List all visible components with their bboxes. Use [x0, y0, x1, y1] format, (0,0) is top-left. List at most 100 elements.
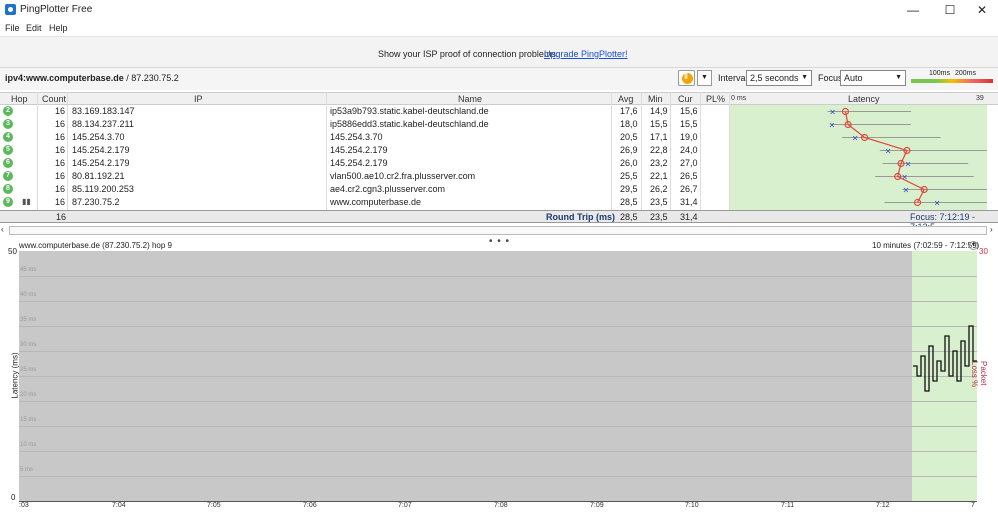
y-tick-label: 15 ms	[20, 417, 37, 423]
x-tick-label: 7:07	[398, 502, 412, 509]
gridline	[19, 401, 977, 402]
table-row[interactable]: 4 16 145.254.3.70 145.254.3.70 20,5 17,1 19,0	[0, 131, 729, 144]
col-avg[interactable]: Avg	[618, 94, 633, 104]
table-row[interactable]: 6 16 145.254.2.179 145.254.2.179 26,0 23,2 27,…	[0, 157, 729, 170]
col-count[interactable]: Count	[42, 94, 66, 104]
hop-number: 2	[3, 106, 13, 116]
avg-cell: 26,0	[620, 158, 638, 168]
current-latency-mark: ×	[829, 121, 836, 130]
upgrade-link[interactable]: Upgrade PingPlotter!	[544, 49, 628, 59]
summary-min: 23,5	[650, 212, 668, 222]
cur-cell: 27,0	[680, 158, 698, 168]
ip-cell: 83.169.183.147	[72, 106, 135, 116]
menu-file[interactable]: File	[5, 23, 20, 33]
avg-cell: 29,5	[620, 184, 638, 194]
cur-cell: 15,6	[680, 106, 698, 116]
x-tick-label: 7:12	[876, 502, 890, 509]
ip-cell: 145.254.3.70	[72, 132, 125, 142]
cur-cell: 26,7	[680, 184, 698, 194]
minimize-button[interactable]: —	[896, 0, 930, 20]
cur-cell: 24,0	[680, 145, 698, 155]
current-latency-mark: ×	[852, 134, 859, 143]
col-name[interactable]: Name	[458, 94, 482, 104]
x-tick-label: 7:11	[781, 502, 795, 509]
interval-select[interactable]: 2,5 seconds ▼	[746, 70, 812, 86]
x-tick-label: 7:08	[494, 502, 508, 509]
name-cell: ip5886edd3.static.kabel-deutschland.de	[330, 119, 489, 129]
menu-help[interactable]: Help	[49, 23, 68, 33]
table-row[interactable]: 7 16 80.81.192.21 vlan500.ae10.cr2.fra.plus…	[0, 170, 729, 183]
pause-button[interactable]	[678, 70, 695, 86]
name-cell: 145.254.3.70	[330, 132, 383, 142]
x-tick-label: 7:10	[685, 502, 699, 509]
avg-cell: 18,0	[620, 119, 638, 129]
col-zero-ms: 0 ms	[731, 95, 747, 102]
col-min[interactable]: Min	[648, 94, 663, 104]
table-header: Hop Count IP Name Avg Min Cur PL% 0 ms L…	[0, 92, 998, 105]
y-tick-label: 20 ms	[20, 392, 37, 398]
gridline	[19, 376, 977, 377]
close-button[interactable]: ✕	[965, 0, 998, 20]
cur-cell: 19,0	[680, 132, 698, 142]
ip-cell: 85.119.200.253	[72, 184, 134, 194]
summary-count: 16	[56, 212, 67, 222]
cur-cell: 15,5	[680, 119, 698, 129]
col-ip[interactable]: IP	[194, 94, 203, 104]
table-row[interactable]: 3 16 88.134.237.211 ip5886edd3.static.kabel…	[0, 118, 729, 131]
gridline	[19, 476, 977, 477]
x-tick-label: 7:05	[207, 502, 221, 509]
col-pl[interactable]: PL%	[706, 94, 725, 104]
min-cell: 26,2	[650, 184, 668, 194]
cur-cell: 31,4	[680, 197, 698, 207]
table-row[interactable]: 5 16 145.254.2.179 145.254.2.179 26,9 22,8 24,…	[0, 144, 729, 157]
focus-select[interactable]: Auto ▼	[840, 70, 906, 86]
pause-dropdown-button[interactable]: ▼	[697, 70, 712, 86]
col-hop[interactable]: Hop	[11, 94, 28, 104]
scroll-track[interactable]	[9, 226, 987, 235]
ip-cell: 88.134.237.211	[72, 119, 134, 129]
chevron-down-icon: ▼	[895, 74, 902, 81]
x-tick-label: :03	[19, 502, 29, 509]
bar-chart-icon[interactable]: ▮▮	[22, 197, 31, 206]
menu-edit[interactable]: Edit	[26, 23, 42, 33]
graph-title: www.computerbase.de (87.230.75.2) hop 9	[19, 241, 172, 250]
col-cur[interactable]: Cur	[678, 94, 693, 104]
table-row[interactable]: 8 16 85.119.200.253 ae4.cr2.cgn3.plusserver…	[0, 183, 729, 196]
scroll-right-icon[interactable]: ›	[990, 225, 993, 234]
count-cell: 16	[55, 158, 66, 168]
min-cell: 14,9	[650, 106, 668, 116]
horizontal-scrollbar[interactable]: ‹ ›	[0, 225, 998, 236]
hop-number: 4	[3, 132, 13, 142]
y-min-label: 0	[11, 493, 16, 502]
count-cell: 16	[55, 197, 66, 207]
latency-step-line	[913, 325, 977, 392]
gridline	[19, 301, 977, 302]
graph-time-range[interactable]: 10 minutes (7:02:59 - 7:12:59)	[872, 241, 979, 250]
maximize-button[interactable]: ☐	[933, 0, 967, 20]
hop-number: 8	[3, 184, 13, 194]
latency-trace: ××××××××	[827, 108, 987, 208]
min-cell: 17,1	[650, 132, 668, 142]
toolbar: ipv4:www.computerbase.de / 87.230.75.2 ▼…	[0, 68, 998, 90]
name-cell: 145.254.2.179	[330, 158, 388, 168]
chevron-down-icon[interactable]: ▾	[969, 241, 978, 250]
y-tick-label: 40 ms	[20, 292, 37, 298]
name-cell: 145.254.2.179	[330, 145, 388, 155]
ip-cell: 145.254.2.179	[72, 158, 130, 168]
count-cell: 16	[55, 106, 66, 116]
table-row[interactable]: 2 16 83.169.183.147 ip53a9b793.static.kabel…	[0, 105, 729, 118]
target-label: ipv4:www.computerbase.de / 87.230.75.2	[5, 73, 179, 83]
table-row[interactable]: 9 16 87.230.75.2 www.computerbase.de 28,5 23,…	[0, 196, 729, 209]
gridline	[19, 451, 977, 452]
promo-banner: Show your ISP proof of connection proble…	[0, 36, 998, 68]
scroll-left-icon[interactable]: ‹	[1, 225, 4, 234]
col-latency[interactable]: Latency	[848, 94, 880, 104]
summary-row: 16 Round Trip (ms) 28,5 23,5 31,4 Focus:…	[0, 210, 998, 232]
avg-latency-trace-line	[844, 111, 925, 203]
avg-cell: 25,5	[620, 171, 638, 181]
x-tick-label: 7	[971, 502, 975, 509]
y-tick-label: 25 ms	[20, 367, 37, 373]
splitter-handle[interactable]: • • •	[489, 236, 510, 247]
interval-label: Interval	[718, 73, 748, 83]
avg-cell: 20,5	[620, 132, 638, 142]
